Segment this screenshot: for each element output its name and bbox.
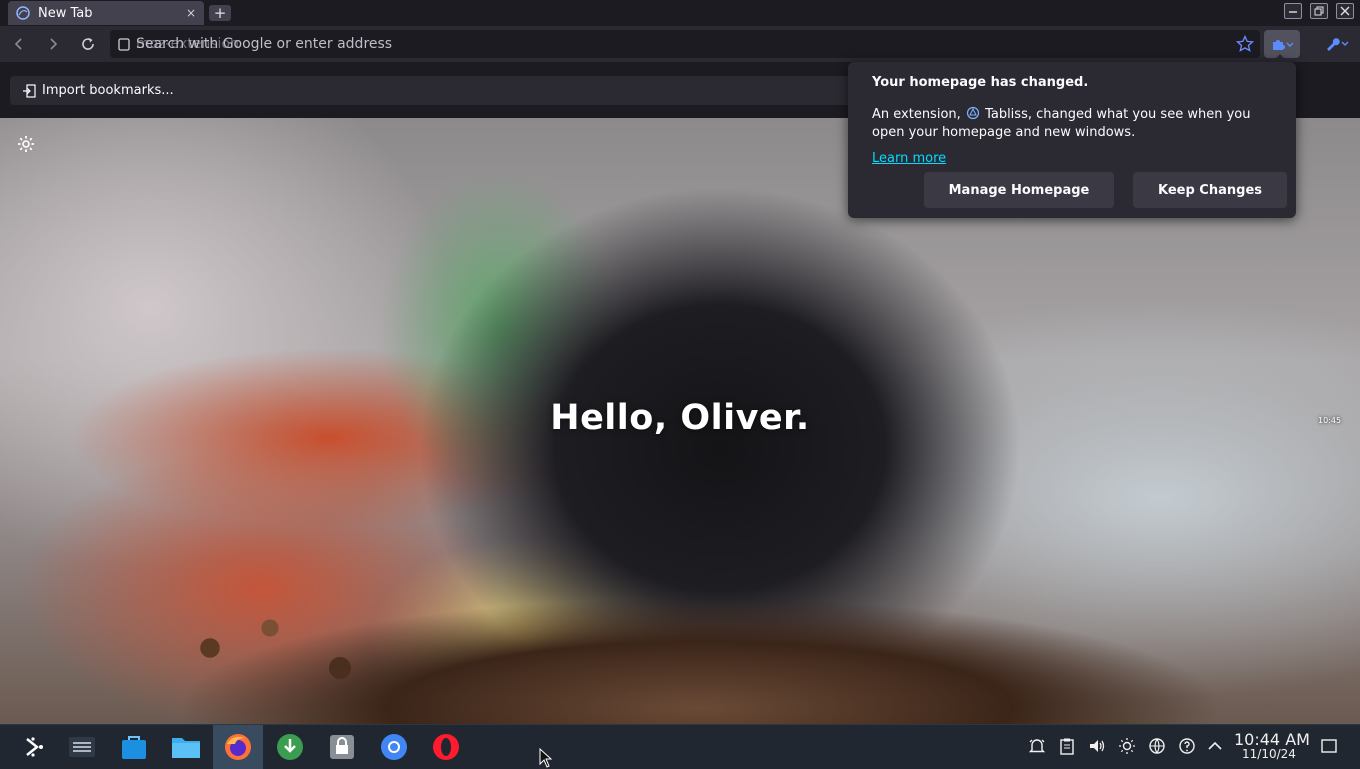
popup-body: An extension, Tabliss, changed what you … (872, 106, 1276, 142)
brightness-icon[interactable] (1118, 737, 1136, 755)
download-icon (277, 734, 303, 760)
homepage-changed-popup: Your homepage has changed. An extension,… (848, 62, 1296, 218)
lock-icon (330, 735, 354, 759)
url-bar[interactable]: moz-extension (110, 30, 1260, 58)
vault-task[interactable] (317, 725, 367, 769)
app-menu-button[interactable] (1322, 34, 1352, 54)
chromium-task[interactable] (369, 725, 419, 769)
bookmark-star-icon[interactable] (1236, 35, 1254, 53)
clipboard-icon[interactable] (1058, 737, 1076, 755)
close-icon (1340, 6, 1350, 16)
tabliss-extension-icon (966, 106, 980, 120)
file-manager-task[interactable] (161, 725, 211, 769)
url-input[interactable] (136, 35, 1216, 53)
chromium-icon (381, 734, 407, 760)
volume-icon[interactable] (1088, 737, 1106, 755)
system-settings-task[interactable] (57, 725, 107, 769)
minimize-button[interactable] (1284, 3, 1302, 19)
discover-store-task[interactable] (109, 725, 159, 769)
manage-homepage-button[interactable]: Manage Homepage (924, 172, 1114, 208)
firefox-favicon-icon (16, 6, 30, 20)
wallpaper-detail (180, 588, 1260, 724)
import-icon (23, 83, 36, 98)
folder-icon (172, 738, 200, 758)
extension-name: Tabliss (985, 107, 1028, 122)
popup-body-start: An extension, (872, 107, 961, 122)
clock-date[interactable]: 11/10/24 (1242, 747, 1296, 761)
greeting-label: Hello, Oliver. (550, 398, 810, 438)
opera-icon (433, 734, 459, 760)
expand-tray-icon[interactable] (1206, 737, 1224, 755)
mini-clock: 10:45 (1318, 416, 1342, 425)
notifications-icon[interactable] (1028, 737, 1046, 755)
minimize-icon (1289, 11, 1297, 13)
download-manager-task[interactable] (265, 725, 315, 769)
network-icon[interactable] (1148, 737, 1166, 755)
forward-arrow-icon (50, 38, 58, 50)
wrench-menu-icon (1327, 38, 1349, 51)
restore-button[interactable] (1310, 3, 1328, 19)
tab-title: New Tab (38, 5, 93, 21)
settings-gear-icon[interactable] (16, 134, 36, 154)
page-identity-icon (118, 38, 130, 51)
firefox-icon (225, 734, 251, 760)
greeting-text: Hello, Oliver. (0, 398, 1360, 438)
forward-button[interactable] (43, 34, 63, 54)
firefox-task[interactable] (213, 725, 263, 769)
kde-launcher-button[interactable] (9, 725, 59, 769)
mouse-cursor-icon (539, 748, 553, 768)
settings-sliders-icon (69, 737, 95, 757)
navigation-toolbar: moz-extension (0, 26, 1360, 62)
shopping-bag-icon (122, 736, 146, 759)
import-bookmarks-label: Import bookmarks... (42, 83, 174, 98)
help-icon[interactable] (1178, 737, 1196, 755)
tab-close-icon[interactable]: × (186, 6, 196, 20)
popup-title: Your homepage has changed. (872, 75, 1089, 90)
tab-strip: New Tab × + (0, 0, 1360, 26)
new-tab-button[interactable]: + (209, 5, 231, 21)
learn-more-link[interactable]: Learn more (872, 151, 946, 166)
tab-new-tab[interactable]: New Tab × (8, 1, 204, 25)
launcher-icon (26, 737, 43, 757)
back-arrow-icon (14, 38, 22, 50)
reload-icon (82, 38, 94, 50)
restore-icon (1314, 6, 1324, 16)
back-button[interactable] (9, 34, 29, 54)
puzzle-piece-icon (1273, 40, 1293, 50)
opera-task[interactable] (421, 725, 471, 769)
show-desktop-icon[interactable] (1320, 737, 1338, 755)
close-button[interactable] (1336, 3, 1354, 19)
reload-button[interactable] (78, 34, 98, 54)
popup-arrow (1272, 54, 1288, 62)
taskbar (0, 724, 1360, 769)
keep-changes-button[interactable]: Keep Changes (1133, 172, 1287, 208)
